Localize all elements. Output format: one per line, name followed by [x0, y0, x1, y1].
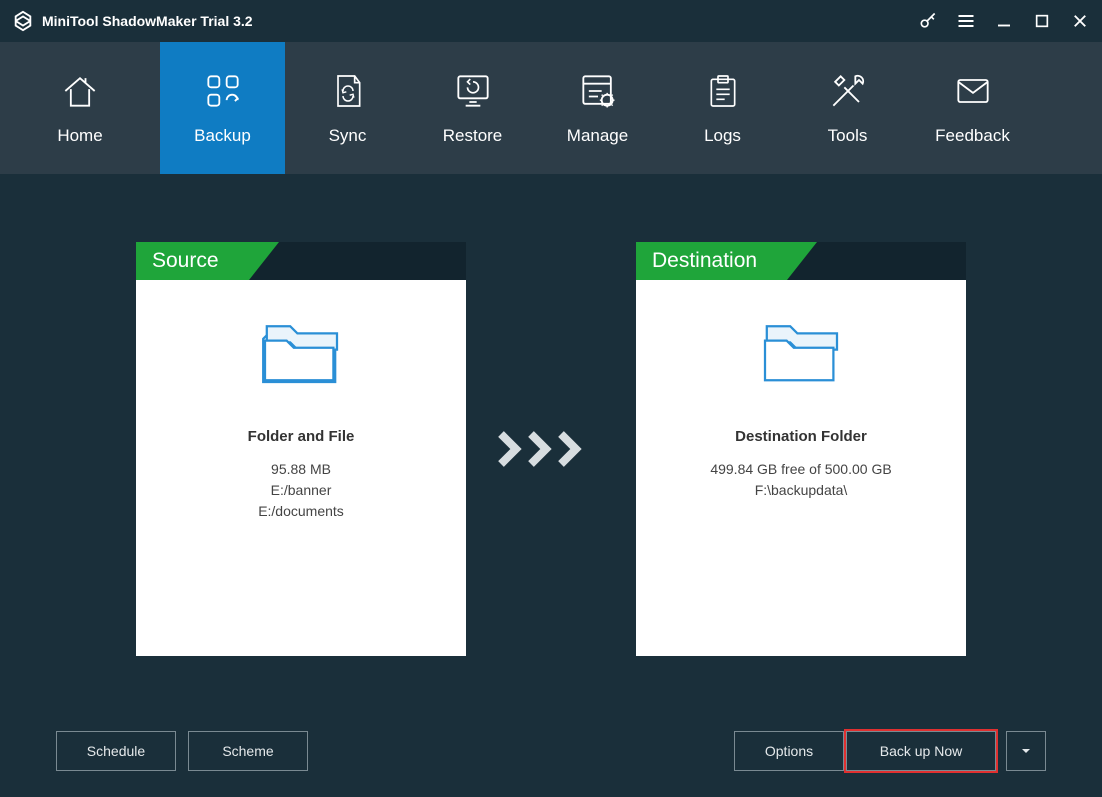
- folder-icon: [756, 320, 846, 390]
- destination-header: Destination: [636, 242, 966, 280]
- nav-tools[interactable]: Tools: [785, 42, 910, 174]
- source-size: 95.88 MB: [136, 459, 466, 480]
- schedule-button[interactable]: Schedule: [56, 731, 176, 771]
- nav-label: Backup: [194, 126, 251, 146]
- nav-label: Manage: [567, 126, 628, 146]
- maximize-icon[interactable]: [1032, 11, 1052, 31]
- destination-free: 499.84 GB free of 500.00 GB: [636, 459, 966, 480]
- app-title: MiniTool ShadowMaker Trial 3.2: [42, 13, 918, 29]
- destination-path: F:\backupdata\: [636, 480, 966, 501]
- nav-label: Restore: [443, 126, 503, 146]
- destination-card[interactable]: Destination Destination Folder 499.84 GB…: [636, 242, 966, 656]
- nav-logs[interactable]: Logs: [660, 42, 785, 174]
- content-area: Source Folder and File 95.88 MB E:/banne…: [0, 174, 1102, 797]
- source-card[interactable]: Source Folder and File 95.88 MB E:/banne…: [136, 242, 466, 656]
- nav-home[interactable]: Home: [0, 42, 160, 174]
- options-button[interactable]: Options: [734, 731, 844, 771]
- menu-icon[interactable]: [956, 11, 976, 31]
- feedback-icon: [951, 70, 995, 112]
- backup-now-button[interactable]: Back up Now: [846, 731, 996, 771]
- folder-icon: [256, 320, 346, 390]
- chevron-down-icon: [1020, 745, 1032, 757]
- scheme-button[interactable]: Scheme: [188, 731, 308, 771]
- tools-icon: [826, 70, 870, 112]
- source-header: Source: [136, 242, 466, 280]
- source-path-1: E:/banner: [136, 480, 466, 501]
- close-icon[interactable]: [1070, 11, 1090, 31]
- nav-label: Sync: [329, 126, 367, 146]
- app-logo-icon: [12, 10, 34, 32]
- nav-restore[interactable]: Restore: [410, 42, 535, 174]
- source-path-2: E:/documents: [136, 501, 466, 522]
- nav-label: Feedback: [935, 126, 1010, 146]
- backup-icon: [201, 70, 245, 112]
- sync-icon: [328, 70, 368, 112]
- logs-icon: [703, 70, 743, 112]
- backup-now-highlight: Back up Now: [844, 729, 998, 773]
- key-icon[interactable]: [918, 11, 938, 31]
- restore-icon: [451, 70, 495, 112]
- source-title: Folder and File: [136, 428, 466, 445]
- nav-label: Tools: [828, 126, 868, 146]
- minimize-icon[interactable]: [994, 11, 1014, 31]
- transfer-arrows-icon: [496, 242, 606, 656]
- destination-title: Destination Folder: [636, 428, 966, 445]
- source-tab-label: Source: [136, 242, 249, 280]
- bottom-bar: Schedule Scheme Options Back up Now: [0, 729, 1102, 773]
- manage-icon: [576, 70, 620, 112]
- main-nav: Home Backup Sync Restore Manage Logs Too…: [0, 42, 1102, 174]
- titlebar: MiniTool ShadowMaker Trial 3.2: [0, 0, 1102, 42]
- nav-feedback[interactable]: Feedback: [910, 42, 1035, 174]
- backup-now-dropdown[interactable]: [1006, 731, 1046, 771]
- nav-label: Home: [57, 126, 102, 146]
- nav-manage[interactable]: Manage: [535, 42, 660, 174]
- home-icon: [58, 70, 102, 112]
- nav-backup[interactable]: Backup: [160, 42, 285, 174]
- nav-sync[interactable]: Sync: [285, 42, 410, 174]
- destination-tab-label: Destination: [636, 242, 787, 280]
- nav-label: Logs: [704, 126, 741, 146]
